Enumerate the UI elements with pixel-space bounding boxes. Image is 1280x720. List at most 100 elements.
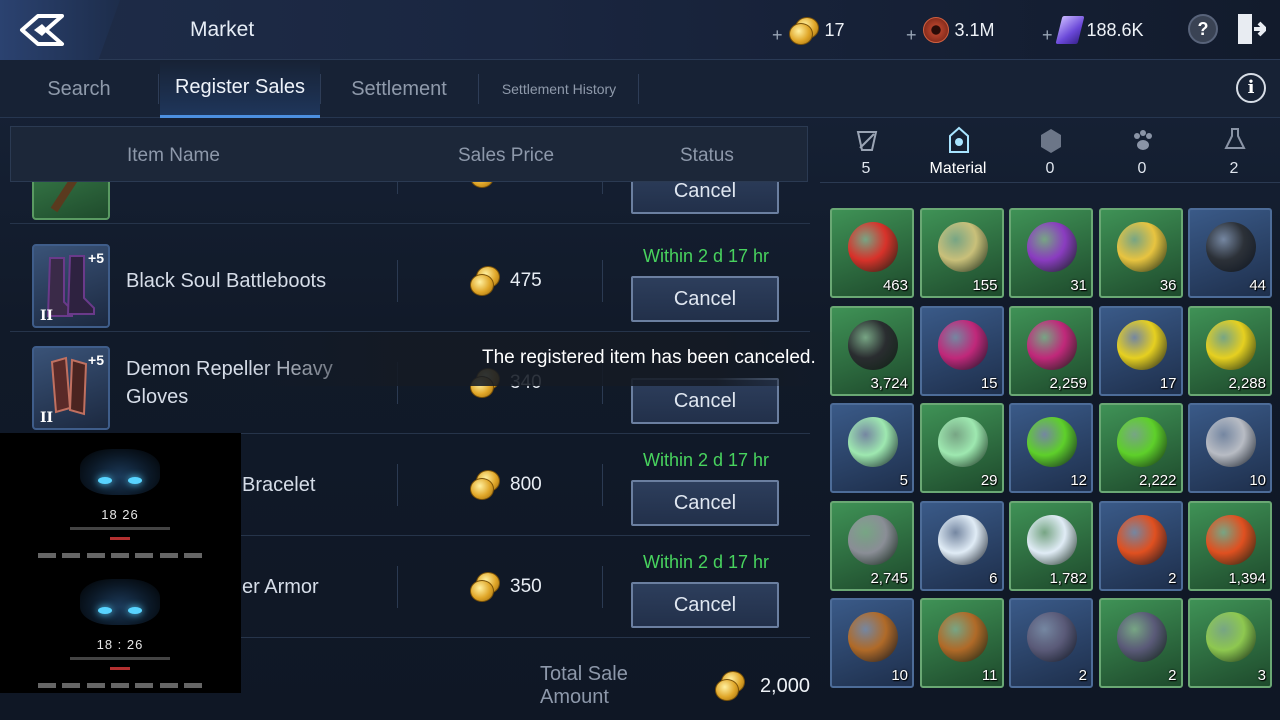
gold-currency[interactable]: + 17 bbox=[772, 14, 845, 46]
cancel-button[interactable]: Cancel bbox=[631, 182, 779, 214]
copper-currency[interactable]: + 3.1M bbox=[906, 14, 995, 46]
inventory-slot[interactable]: 10 bbox=[1188, 403, 1272, 493]
column-divider bbox=[397, 566, 398, 608]
category-count: 0 bbox=[1045, 160, 1055, 177]
gold-amount: 17 bbox=[824, 19, 845, 40]
category-gem[interactable]: 0 bbox=[1004, 118, 1096, 182]
inventory-slot[interactable]: 44 bbox=[1188, 208, 1272, 298]
sale-price: 800 bbox=[468, 434, 542, 536]
category-count: 5 bbox=[861, 160, 871, 177]
inventory-slot[interactable]: 31 bbox=[1009, 208, 1093, 298]
yellow-ore-icon bbox=[1206, 319, 1256, 370]
item-quantity: 15 bbox=[980, 374, 998, 392]
green-spirit-icon bbox=[937, 417, 988, 467]
cancel-button[interactable]: Cancel bbox=[631, 276, 779, 322]
inventory-slot[interactable]: 36 bbox=[1098, 208, 1183, 298]
silver-ore-icon bbox=[848, 514, 898, 565]
demon-face-icon bbox=[80, 449, 160, 495]
inventory-slot[interactable]: 12 bbox=[1009, 403, 1093, 493]
inventory-slot[interactable]: 10 bbox=[830, 598, 914, 688]
overlay-time: 18 : 26 bbox=[96, 637, 144, 652]
gem-icon bbox=[1041, 129, 1061, 153]
tab-divider bbox=[158, 74, 159, 104]
inventory-slot[interactable]: 6 bbox=[919, 500, 1004, 591]
silver-ore-icon bbox=[1206, 417, 1256, 467]
list-header: Item Name Sales Price Status bbox=[10, 126, 808, 182]
tab-settlement-history[interactable]: Settlement History bbox=[480, 60, 638, 118]
tab-bar: Search Register Sales Settlement Settlem… bbox=[0, 60, 1280, 118]
category-equipment[interactable]: 5 bbox=[820, 118, 912, 182]
equipment-icon bbox=[856, 131, 878, 151]
item-quantity: 2,222 bbox=[1138, 472, 1177, 489]
inventory-slot[interactable]: 155 bbox=[919, 208, 1004, 298]
item-quantity: 36 bbox=[1159, 277, 1177, 294]
item-quantity: 31 bbox=[1070, 277, 1087, 294]
demon-face-icon bbox=[80, 579, 160, 625]
tab-divider bbox=[478, 74, 479, 104]
tab-settlement[interactable]: Settlement bbox=[320, 60, 478, 118]
item-quantity: 29 bbox=[980, 472, 998, 489]
tab-register-sales[interactable]: Register Sales bbox=[160, 60, 320, 118]
iron-ingot-icon bbox=[1206, 222, 1256, 272]
crystal-currency[interactable]: + 188.6K bbox=[1042, 14, 1144, 46]
inventory-slot[interactable]: 2,745 bbox=[830, 500, 914, 591]
tier-badge: II bbox=[40, 308, 54, 324]
item-name: er Armor bbox=[242, 576, 319, 598]
inventory-slot[interactable]: 2,222 bbox=[1098, 403, 1183, 493]
category-potion[interactable]: 2 bbox=[1188, 118, 1280, 182]
tab-search[interactable]: Search bbox=[0, 60, 158, 118]
overlay-preview: 18 26 bbox=[30, 441, 210, 561]
pink-ore-icon bbox=[937, 319, 988, 370]
gold-pouring-icon bbox=[1116, 222, 1167, 272]
bronze-orb-icon bbox=[848, 612, 898, 662]
overlay-line bbox=[70, 527, 170, 530]
list-item[interactable]: +5 II Black Soul Battleboots 475 Within … bbox=[10, 230, 810, 332]
red-crystal-icon bbox=[848, 222, 898, 272]
enhance-level: +5 bbox=[88, 352, 104, 368]
inventory-slot[interactable]: 11 bbox=[919, 598, 1004, 688]
inventory-slot[interactable]: 1,782 bbox=[1009, 500, 1093, 591]
cancel-button[interactable]: Cancel bbox=[631, 480, 779, 526]
inventory-slot[interactable]: 2 bbox=[1098, 500, 1183, 591]
inventory-slot[interactable]: 3 bbox=[1188, 598, 1272, 688]
green-orb-icon bbox=[1027, 417, 1077, 467]
inventory-slot[interactable]: 1,394 bbox=[1188, 500, 1272, 591]
inventory-slot[interactable]: 2,288 bbox=[1188, 305, 1272, 396]
exit-icon[interactable] bbox=[1236, 12, 1268, 46]
add-gold-icon[interactable]: + bbox=[772, 25, 783, 46]
add-crystal-icon[interactable]: + bbox=[1042, 25, 1053, 46]
item-quantity: 2 bbox=[1078, 667, 1087, 684]
item-quantity: 10 bbox=[1249, 472, 1266, 489]
inventory-slot[interactable]: 2,259 bbox=[1009, 305, 1093, 396]
inventory-slot[interactable]: 5 bbox=[830, 403, 914, 493]
pet-paw-icon bbox=[1134, 130, 1152, 150]
inventory-slot[interactable]: 3,724 bbox=[830, 305, 914, 396]
green-pearl-icon bbox=[1206, 612, 1256, 662]
category-pet[interactable]: 0 bbox=[1096, 118, 1188, 182]
item-quantity: 11 bbox=[981, 667, 998, 684]
enhance-level: +5 bbox=[88, 250, 104, 266]
help-button[interactable]: ? bbox=[1188, 14, 1218, 44]
back-button[interactable] bbox=[0, 0, 120, 60]
inventory-slot[interactable]: 15 bbox=[919, 305, 1004, 396]
inventory-slot[interactable]: 17 bbox=[1098, 305, 1183, 396]
inventory-slot[interactable]: 29 bbox=[919, 403, 1004, 493]
column-divider bbox=[397, 182, 398, 194]
inventory-slot[interactable]: 463 bbox=[830, 208, 914, 298]
column-status: Status bbox=[680, 145, 734, 166]
cancel-button[interactable]: Cancel bbox=[631, 582, 779, 628]
info-button[interactable]: i bbox=[1236, 73, 1266, 103]
column-divider bbox=[602, 260, 603, 302]
scroll-icon bbox=[937, 222, 988, 272]
bronze-orb-icon bbox=[937, 612, 988, 662]
inventory-slot[interactable]: 2 bbox=[1009, 598, 1093, 688]
add-copper-icon[interactable]: + bbox=[906, 25, 917, 46]
category-material[interactable]: Material bbox=[912, 118, 1004, 182]
item-quantity: 6 bbox=[989, 569, 998, 587]
dark-orb-icon bbox=[1027, 612, 1077, 662]
list-item[interactable]: Soulseeker Pickaxe 25 Cancel bbox=[10, 182, 810, 224]
status-text: Within 2 d 17 hr bbox=[642, 450, 770, 470]
gold-coin-icon bbox=[468, 182, 502, 190]
inventory-slot[interactable]: 2 bbox=[1098, 598, 1183, 688]
item-quantity: 10 bbox=[891, 667, 908, 684]
